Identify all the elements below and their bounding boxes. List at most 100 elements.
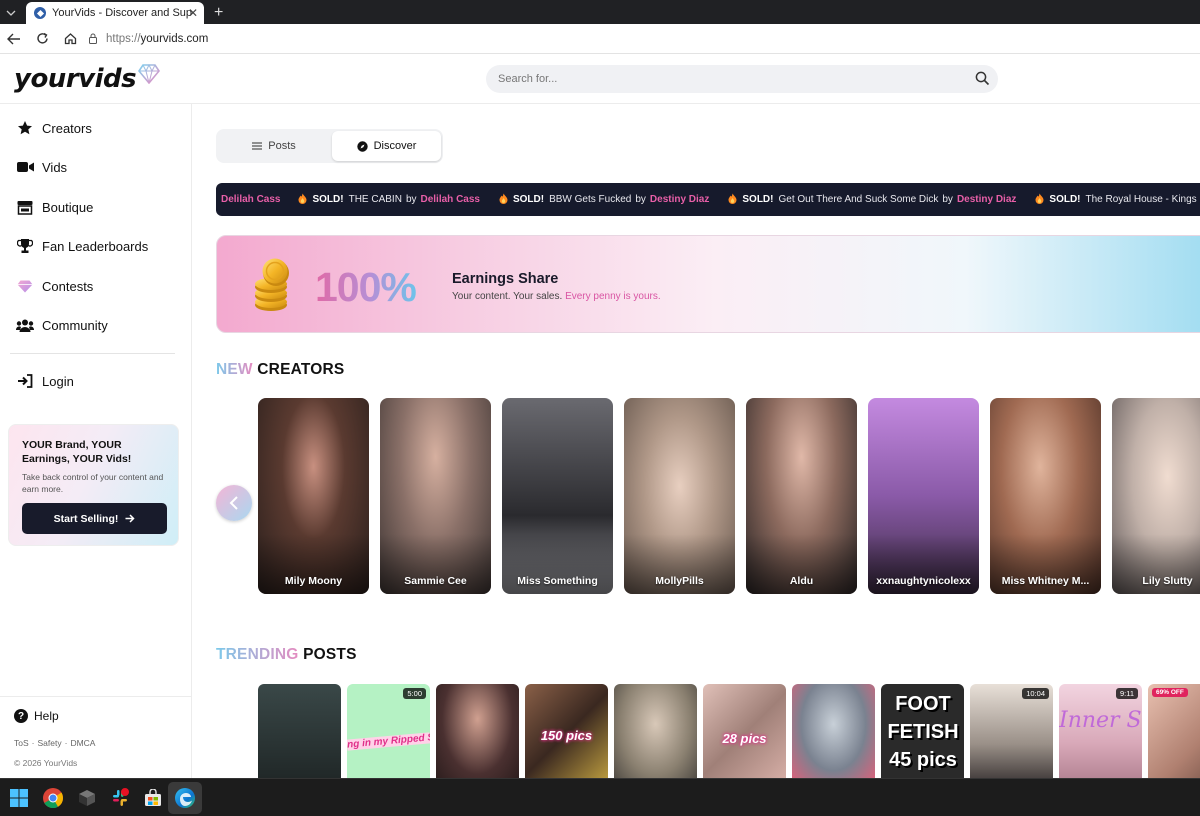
help-label: Help [34,709,59,723]
safety-link[interactable]: Safety [38,738,62,748]
sidebar-item-creators[interactable]: Creators [16,117,92,139]
new-creators-heading: NEW CREATORS [216,361,344,379]
video-duration: 5:00 [403,688,426,699]
browser-tab-yourvids[interactable]: YourVids - Discover and Support Your Fav… [26,2,204,24]
trending-posts-heading: TRENDING POSTS [216,646,357,664]
sales-ticker: Delilah Cass SOLD! THE CABIN by Delilah … [216,183,1200,216]
post-card[interactable]: FOOT FETISH 45 pics [881,684,964,778]
ticker-artist-link[interactable]: Destiny Diaz [957,194,1016,205]
new-tab-icon[interactable]: + [214,2,223,24]
microsoft-store-icon[interactable] [141,786,165,810]
compass-icon [356,140,368,152]
promo-subtitle: Take back control of your content and ea… [22,472,164,494]
home-icon[interactable] [56,25,84,53]
ticker-artist-link[interactable]: Delilah Cass [221,194,280,205]
post-card[interactable]: 10:04 [970,684,1053,778]
creator-card[interactable]: xxnaughtynicolexx [868,398,979,594]
earnings-subtitle-highlight: Every penny is yours. [565,291,661,302]
creator-name: Aldu [789,575,814,587]
tab-posts[interactable]: Posts [218,131,330,161]
url-field[interactable]: https://yourvids.com [88,28,208,50]
tab-label: Posts [268,140,296,152]
ticker-artist-link[interactable]: Destiny Diaz [650,194,709,205]
site-logo[interactable]: yourvids [14,63,161,94]
back-arrow-icon[interactable] [0,25,28,53]
earnings-percent: 100% [315,264,417,310]
dmca-link[interactable]: DMCA [70,738,95,748]
post-card[interactable] [436,684,519,778]
sidebar-item-label: Creators [42,120,92,136]
ticker-artist-link[interactable]: Delilah Cass [421,194,480,205]
tab-label: Discover [373,140,417,152]
tab-discover[interactable]: Discover [332,131,441,161]
sold-label: SOLD! [312,194,344,205]
post-card[interactable]: 28 pics [703,684,786,778]
edge-icon[interactable] [168,782,202,814]
copyright: © 2026 YourVids [14,758,78,768]
creator-card[interactable]: Sammie Cee [380,398,491,594]
start-selling-button[interactable]: Start Selling! [22,503,167,534]
heading-highlight: TRENDING [216,646,299,663]
post-card[interactable]: 69% OFF [1148,684,1200,778]
creator-name: Miss Whitney M... [1001,575,1090,587]
ticker-title[interactable]: BBW Gets Fucked [549,194,631,205]
search-bar [486,65,998,93]
browser-tab-title: YourVids - Discover and Support Your Fav… [52,7,192,19]
url-scheme: https:// [106,32,141,45]
post-card[interactable]: 150 pics [525,684,608,778]
trending-posts-row: 5:00 ng in my Ripped Sk 150 pics 28 pics… [258,684,1200,778]
post-card[interactable] [792,684,875,778]
tab-list-chevron-icon[interactable] [0,2,22,24]
help-circle-icon: ? [14,709,28,723]
creator-card[interactable]: Lily Slutty [1112,398,1200,594]
slack-icon[interactable] [108,786,132,810]
ticker-title[interactable]: Get Out There And Suck Some Dick [778,194,938,205]
creator-card[interactable]: Aldu [746,398,857,594]
browser-address-bar: https://yourvids.com [0,24,1200,54]
sidebar-item-label: Boutique [42,199,94,215]
ticker-item: SOLD! The Royal House - Kings [1035,193,1197,207]
creator-card[interactable]: Miss Whitney M... [990,398,1101,594]
site-info-icon[interactable] [88,33,98,44]
sidebar-item-fan-leaderboards[interactable]: Fan Leaderboards [16,235,148,257]
reload-icon[interactable] [28,25,56,53]
ticker-title[interactable]: THE CABIN [349,194,402,205]
sidebar-item-label: Community [42,317,108,333]
sidebar-item-login[interactable]: Login [16,370,74,392]
creator-card[interactable]: Mily Moony [258,398,369,594]
close-tab-icon[interactable]: ✕ [188,6,198,20]
creator-name: MollyPills [655,575,704,587]
earnings-subtitle-plain: Your content. Your sales. [452,291,563,302]
post-overlay-text: 28 pics [722,731,767,746]
sidebar-item-contests[interactable]: Contests [16,275,93,297]
chrome-icon[interactable] [41,786,65,810]
post-card[interactable] [614,684,697,778]
ticker-item: SOLD! Get Out There And Suck Some Dick b… [728,193,1016,207]
carousel-prev-button[interactable] [216,485,252,521]
sidebar-item-boutique[interactable]: Boutique [16,196,93,218]
logo-text: yourvids [14,64,137,94]
sidebar-footer: ? Help ToS · Safety · DMCA © 2026 YourVids [0,696,191,778]
windows-start-icon[interactable] [7,786,31,810]
fire-icon [1035,193,1044,207]
sidebar-item-community[interactable]: Community [16,314,108,336]
main-content: Posts Discover Delilah Cass SOLD! THE CA… [192,104,1200,778]
diamond-logo-icon [138,63,161,89]
post-card[interactable]: 5:00 ng in my Ripped Sk [347,684,430,778]
new-creators-carousel: Mily Moony Sammie Cee Miss Something Mol… [258,398,1200,594]
app-icon[interactable] [75,786,99,810]
creator-photo [868,398,979,594]
by-label: by [405,194,417,205]
post-card[interactable] [258,684,341,778]
help-link[interactable]: ? Help [14,709,59,723]
post-card[interactable]: 9:11 Inner Se [1059,684,1142,778]
trophy-icon [16,237,34,255]
creator-card[interactable]: MollyPills [624,398,735,594]
tos-link[interactable]: ToS [14,738,29,748]
users-icon [16,316,34,334]
ticker-title[interactable]: The Royal House - Kings [1086,194,1197,205]
sidebar-item-vids[interactable]: Vids [16,156,67,178]
search-icon[interactable] [975,71,990,91]
search-input[interactable] [498,73,958,85]
creator-card[interactable]: Miss Something [502,398,613,594]
